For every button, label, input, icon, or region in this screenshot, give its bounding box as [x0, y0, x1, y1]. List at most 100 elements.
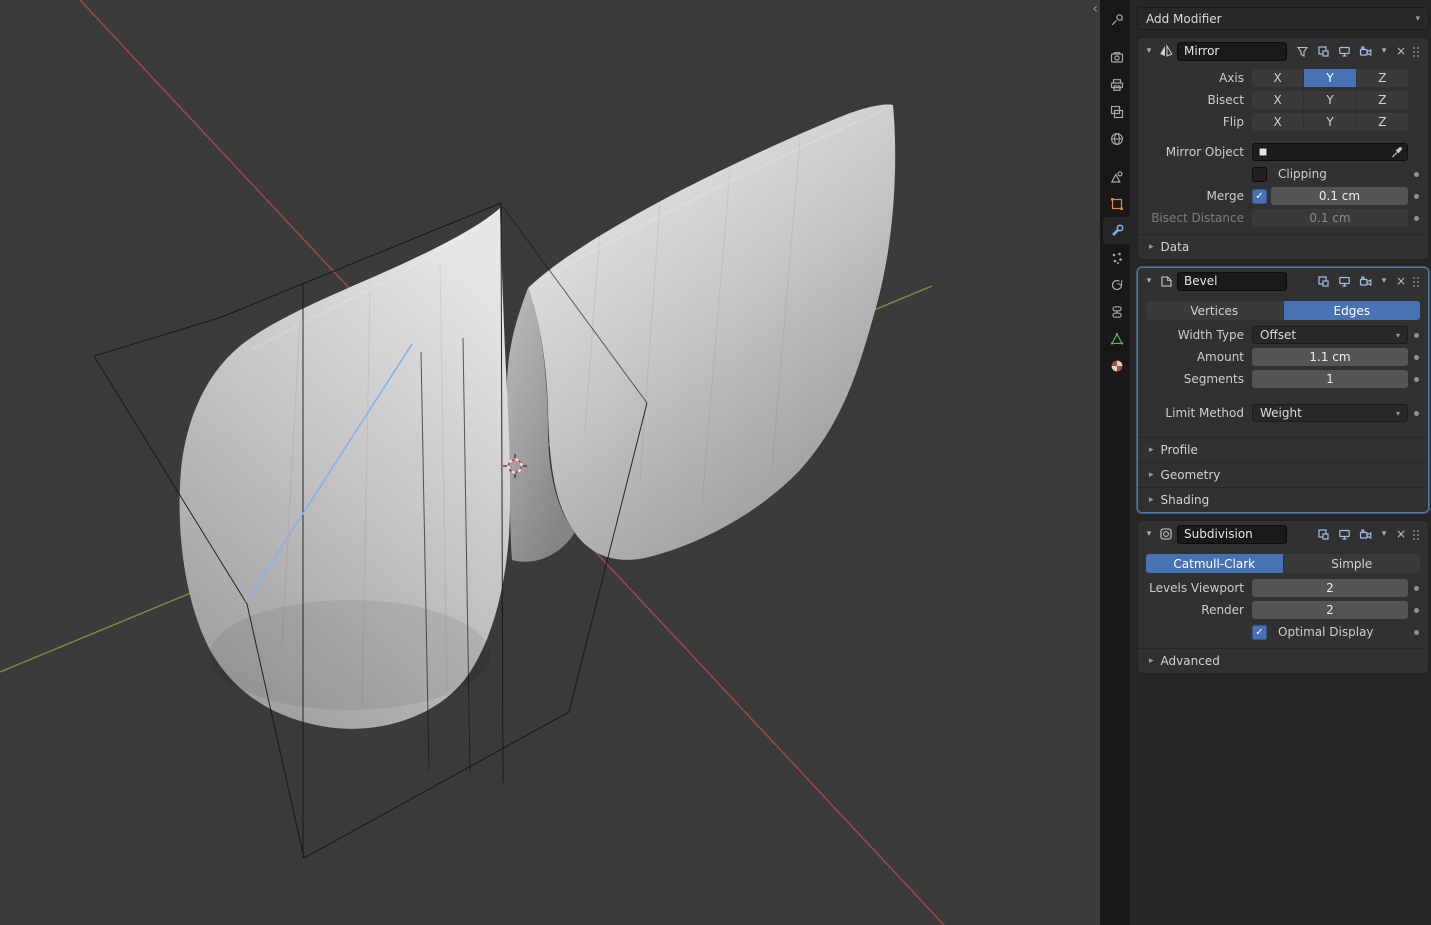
expand-chevron-icon[interactable]: ▾	[1143, 276, 1155, 286]
eyedropper-icon[interactable]	[1390, 146, 1403, 159]
expand-chevron-icon[interactable]: ▾	[1143, 46, 1155, 56]
shading-subpanel-header[interactable]: ▸ Shading	[1138, 487, 1428, 512]
width-type-dropdown[interactable]: Offset ▾	[1252, 326, 1408, 344]
axis-z-button[interactable]: Z	[1356, 69, 1408, 87]
limit-method-dropdown[interactable]: Weight ▾	[1252, 404, 1408, 422]
flip-x-button[interactable]: X	[1252, 113, 1304, 131]
realtime-display-toggle[interactable]	[1335, 273, 1353, 289]
simple-button[interactable]: Simple	[1283, 554, 1420, 573]
bisect-y-button[interactable]: Y	[1304, 91, 1356, 109]
expand-chevron-icon[interactable]: ▾	[1143, 529, 1155, 539]
delete-modifier-button[interactable]: ×	[1394, 527, 1408, 541]
segments-field[interactable]: 1	[1252, 370, 1408, 388]
tab-output[interactable]	[1103, 71, 1130, 98]
geometry-subpanel-header[interactable]: ▸ Geometry	[1138, 462, 1428, 487]
tab-tool[interactable]	[1103, 6, 1130, 33]
modifier-name-field[interactable]: Mirror	[1177, 41, 1287, 61]
bisect-z-button[interactable]: Z	[1356, 91, 1408, 109]
render-levels-field[interactable]: 2	[1252, 601, 1408, 619]
bevel-modifier-header[interactable]: ▾ Bevel ▾ ×	[1138, 268, 1428, 294]
animate-property-dot[interactable]	[1413, 354, 1419, 360]
animate-property-dot[interactable]	[1413, 193, 1419, 199]
tab-constraints[interactable]	[1103, 298, 1130, 325]
tab-modifiers[interactable]	[1103, 217, 1130, 244]
data-subpanel-header[interactable]: ▸ Data	[1138, 234, 1428, 259]
animate-property-dot[interactable]	[1413, 376, 1419, 382]
merge-checkbox[interactable]: ✓	[1252, 188, 1267, 204]
3d-viewport[interactable]: ‹	[0, 0, 1100, 925]
animate-property-dot[interactable]	[1413, 410, 1419, 416]
flip-y-button[interactable]: Y	[1304, 113, 1356, 131]
edit-mode-display-toggle[interactable]	[1314, 43, 1332, 59]
mirror-modifier-header[interactable]: ▾ Mirror ▾ ×	[1138, 38, 1428, 64]
amount-field[interactable]: 1.1 cm	[1252, 348, 1408, 366]
render-display-toggle[interactable]	[1356, 43, 1374, 59]
bisect-row: Bisect X Y Z	[1138, 89, 1428, 111]
chevron-right-icon: ▸	[1149, 445, 1154, 455]
flip-z-button[interactable]: Z	[1356, 113, 1408, 131]
edit-mode-display-toggle[interactable]	[1314, 526, 1332, 542]
affect-vertices-button[interactable]: Vertices	[1146, 301, 1283, 320]
vertex-group-filter-icon[interactable]	[1293, 43, 1311, 59]
tab-particles[interactable]	[1103, 244, 1130, 271]
modifier-extras-menu[interactable]: ▾	[1377, 529, 1391, 539]
advanced-subpanel-header[interactable]: ▸ Advanced	[1138, 648, 1428, 673]
mirror-object-row: Mirror Object	[1138, 141, 1428, 163]
tab-world[interactable]	[1103, 125, 1130, 152]
clipping-checkbox[interactable]	[1252, 166, 1267, 182]
chevron-right-icon: ▸	[1149, 495, 1154, 505]
render-levels-label: Render	[1201, 603, 1244, 617]
delete-modifier-button[interactable]: ×	[1394, 44, 1408, 58]
tab-physics[interactable]	[1103, 271, 1130, 298]
drag-handle[interactable]	[1412, 529, 1423, 540]
optimal-display-label[interactable]: Optimal Display	[1278, 625, 1374, 639]
width-type-label: Width Type	[1177, 328, 1244, 342]
modifier-name-field[interactable]: Bevel	[1177, 271, 1287, 291]
tab-material[interactable]	[1103, 352, 1130, 379]
animate-property-dot[interactable]	[1413, 629, 1419, 635]
chevron-right-icon: ▸	[1149, 242, 1154, 252]
tab-object[interactable]	[1103, 190, 1130, 217]
catmull-clark-button[interactable]: Catmull-Clark	[1146, 554, 1283, 573]
realtime-display-toggle[interactable]	[1335, 43, 1353, 59]
animate-property-dot[interactable]	[1413, 171, 1419, 177]
affect-edges-button[interactable]: Edges	[1283, 301, 1420, 320]
delete-modifier-button[interactable]: ×	[1394, 274, 1408, 288]
region-collapse-arrow[interactable]: ‹	[1092, 2, 1098, 16]
levels-viewport-row: Levels Viewport 2	[1138, 577, 1428, 599]
tab-render[interactable]	[1103, 44, 1130, 71]
merge-threshold-field[interactable]: 0.1 cm	[1271, 187, 1408, 205]
axis-x-button[interactable]: X	[1252, 69, 1304, 87]
modifier-extras-menu[interactable]: ▾	[1377, 276, 1391, 286]
bisect-x-button[interactable]: X	[1252, 91, 1304, 109]
modifier-name-field[interactable]: Subdivision	[1177, 524, 1287, 544]
amount-row: Amount 1.1 cm	[1138, 346, 1428, 368]
tab-scene[interactable]	[1103, 163, 1130, 190]
clipping-label[interactable]: Clipping	[1278, 167, 1327, 181]
mirror-object-field[interactable]	[1252, 143, 1408, 161]
realtime-display-toggle[interactable]	[1335, 526, 1353, 542]
mesh-shadow	[210, 600, 490, 710]
edit-mode-display-toggle[interactable]	[1314, 273, 1332, 289]
animate-property-dot[interactable]	[1413, 585, 1419, 591]
object-icon	[1258, 147, 1268, 157]
levels-viewport-field[interactable]: 2	[1252, 579, 1408, 597]
tab-view-layer[interactable]	[1103, 98, 1130, 125]
animate-property-dot[interactable]	[1413, 215, 1419, 221]
add-modifier-dropdown[interactable]: Add Modifier ▾	[1137, 7, 1429, 30]
bisect-distance-label: Bisect Distance	[1151, 211, 1244, 225]
object-properties-icon	[1110, 197, 1123, 210]
modifier-extras-menu[interactable]: ▾	[1377, 46, 1391, 56]
subdivision-modifier-header[interactable]: ▾ Subdivision ▾ ×	[1138, 521, 1428, 547]
axis-y-button[interactable]: Y	[1304, 69, 1356, 87]
optimal-display-checkbox[interactable]: ✓	[1252, 624, 1267, 640]
animate-property-dot[interactable]	[1413, 332, 1419, 338]
animate-property-dot[interactable]	[1413, 607, 1419, 613]
render-display-toggle[interactable]	[1356, 526, 1374, 542]
profile-subpanel-header[interactable]: ▸ Profile	[1138, 437, 1428, 462]
drag-handle[interactable]	[1412, 46, 1423, 57]
mirror-modifier-panel: ▾ Mirror ▾ × Axis X Y Z Bisect X Y Z Fli…	[1137, 37, 1429, 260]
render-display-toggle[interactable]	[1356, 273, 1374, 289]
drag-handle[interactable]	[1412, 276, 1423, 287]
tab-object-data[interactable]	[1103, 325, 1130, 352]
